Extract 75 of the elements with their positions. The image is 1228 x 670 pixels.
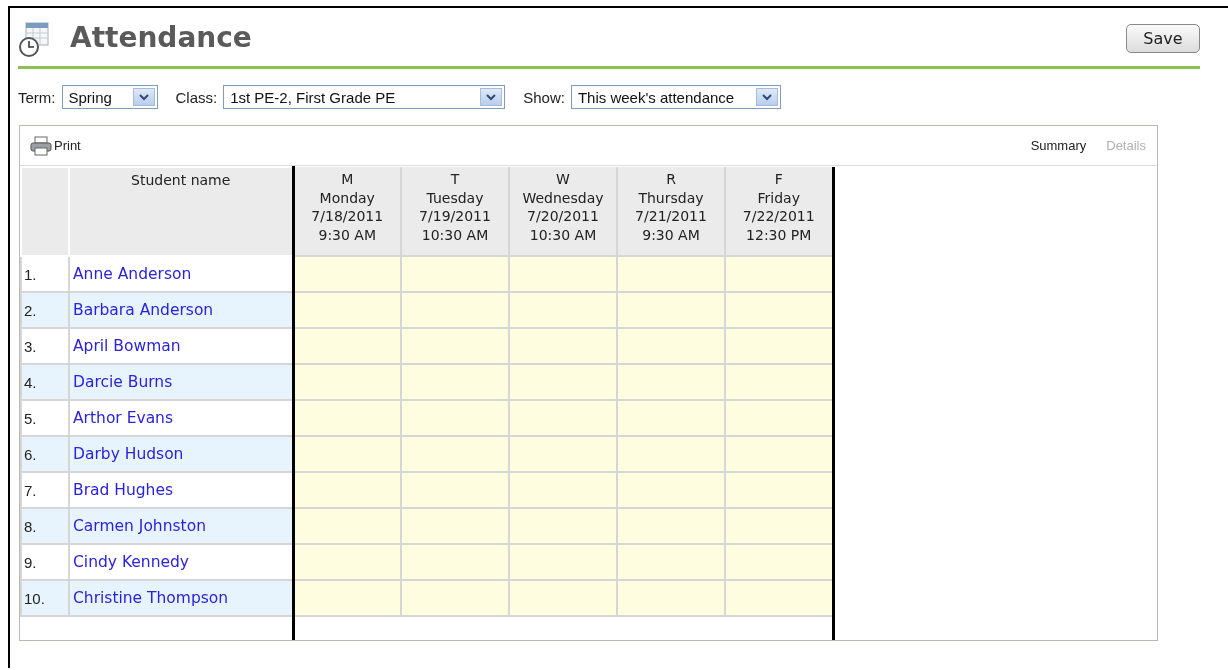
attendance-cell[interactable]: [725, 436, 833, 472]
attendance-cell[interactable]: [509, 508, 617, 544]
attendance-cell[interactable]: [725, 364, 833, 400]
save-button[interactable]: Save: [1126, 23, 1200, 53]
filter-dropdown[interactable]: Spring: [61, 85, 158, 109]
attendance-cell[interactable]: [509, 364, 617, 400]
day-column-header: R Thursday 7/21/2011 9:30 AM: [617, 167, 725, 256]
attendance-cell[interactable]: [617, 436, 725, 472]
caret-icon: [480, 88, 503, 106]
filter-label: Class:: [175, 88, 218, 106]
attendance-cell[interactable]: [293, 256, 401, 292]
attendance-cell[interactable]: [509, 292, 617, 328]
caret-icon: [132, 88, 155, 106]
attendance-cell[interactable]: [509, 328, 617, 364]
attendance-cell[interactable]: [401, 364, 509, 400]
attendance-cell[interactable]: [509, 580, 617, 616]
column-header: Student name: [69, 167, 293, 256]
attendance-cell[interactable]: [725, 472, 833, 508]
attendance-cell[interactable]: [293, 364, 401, 400]
attendance-cell[interactable]: [725, 328, 833, 364]
row-number: 4.: [21, 364, 69, 400]
attendance-cell[interactable]: [293, 436, 401, 472]
view-tab[interactable]: Summary: [1030, 138, 1087, 153]
attendance-cell[interactable]: [725, 544, 833, 580]
attendance-cell[interactable]: [509, 400, 617, 436]
day-column-header: F Friday 7/22/2011 12:30 PM: [725, 167, 833, 256]
attendance-cell[interactable]: [509, 256, 617, 292]
attendance-cell[interactable]: [401, 292, 509, 328]
attendance-cell[interactable]: [401, 472, 509, 508]
attendance-cell[interactable]: [401, 544, 509, 580]
attendance-cell[interactable]: [725, 580, 833, 616]
attendance-cell[interactable]: [509, 472, 617, 508]
attendance-cell[interactable]: [293, 472, 401, 508]
caret-icon: [755, 88, 778, 106]
filter-label: Show:: [523, 88, 565, 106]
attendance-cell[interactable]: [617, 400, 725, 436]
page-title: Attendance: [70, 20, 253, 54]
attendance-cell[interactable]: [293, 508, 401, 544]
attendance-cell[interactable]: [401, 508, 509, 544]
attendance-cell[interactable]: [293, 292, 401, 328]
print-button[interactable]: Print: [30, 135, 81, 156]
attendance-cell[interactable]: [617, 364, 725, 400]
day-column-header: M Monday 7/18/2011 9:30 AM: [293, 167, 401, 256]
filter-dropdown[interactable]: This week's attendance: [570, 85, 781, 109]
row-number: 10.: [21, 580, 69, 616]
attendance-cell[interactable]: [509, 544, 617, 580]
attendance-cell[interactable]: [617, 508, 725, 544]
attendance-cell[interactable]: [401, 436, 509, 472]
day-column-header: T Tuesday 7/19/2011 10:30 AM: [401, 167, 509, 256]
filter-dropdown[interactable]: 1st PE-2, First Grade PE: [223, 85, 506, 109]
attendance-cell[interactable]: [617, 292, 725, 328]
attendance-cell[interactable]: [617, 328, 725, 364]
day-column-header: W Wednesday 7/20/2011 10:30 AM: [509, 167, 617, 256]
calendar-clock-icon: [18, 21, 50, 57]
row-number: 2.: [21, 292, 69, 328]
filter-label: Term:: [18, 88, 56, 106]
attendance-cell[interactable]: [293, 544, 401, 580]
attendance-cell[interactable]: [401, 328, 509, 364]
attendance-cell[interactable]: [293, 580, 401, 616]
attendance-cell[interactable]: [725, 292, 833, 328]
row-number: 8.: [21, 508, 69, 544]
attendance-cell[interactable]: [401, 256, 509, 292]
attendance-cell[interactable]: [617, 544, 725, 580]
attendance-cell[interactable]: [509, 436, 617, 472]
attendance-cell[interactable]: [725, 256, 833, 292]
attendance-cell[interactable]: [617, 580, 725, 616]
attendance-cell[interactable]: [725, 400, 833, 436]
attendance-cell[interactable]: [617, 256, 725, 292]
attendance-cell[interactable]: [293, 328, 401, 364]
attendance-cell[interactable]: [617, 472, 725, 508]
attendance-cell[interactable]: [293, 400, 401, 436]
attendance-cell[interactable]: [725, 508, 833, 544]
attendance-cell[interactable]: [401, 580, 509, 616]
row-number: 6.: [21, 436, 69, 472]
attendance-cell[interactable]: [401, 400, 509, 436]
